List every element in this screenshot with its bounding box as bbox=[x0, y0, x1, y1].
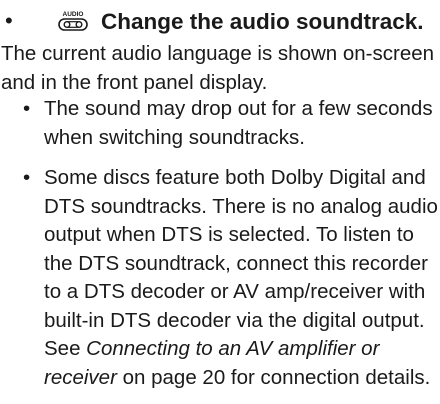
list-bullet: • bbox=[23, 166, 31, 189]
intro-paragraph: The current audio language is shown on-s… bbox=[1, 42, 435, 94]
step-heading: • AUDIO Change the audio soundtrack. bbox=[0, 6, 440, 40]
step-title: Change the audio soundtrack. bbox=[101, 9, 424, 34]
list-bullet: • bbox=[23, 97, 31, 120]
list-item: • The sound may drop out for a few secon… bbox=[0, 95, 440, 152]
list-item: • Some discs feature both Dolby Digital … bbox=[0, 164, 440, 392]
notes-list: • The sound may drop out for a few secon… bbox=[0, 95, 440, 404]
audio-button-icon-label: AUDIO bbox=[63, 11, 84, 18]
note-text: The sound may drop out for a few seconds… bbox=[44, 97, 433, 149]
manual-page: • AUDIO Change the audio soundtrack. The… bbox=[0, 0, 440, 398]
note-text: Some discs feature both Dolby Digital an… bbox=[44, 166, 438, 360]
heading-bullet: • bbox=[5, 8, 13, 33]
note-text-end: on page 20 for connection details. bbox=[116, 365, 431, 389]
audio-button-icon: AUDIO bbox=[58, 11, 88, 31]
